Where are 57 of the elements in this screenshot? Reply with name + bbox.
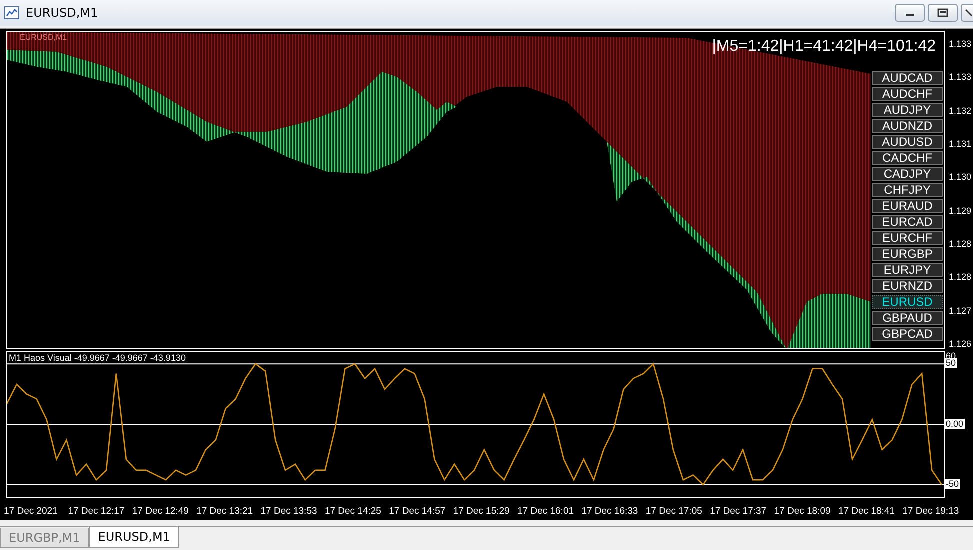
timer-text: |M5=1:42|H1=41:42|H4=101:42 [712, 38, 936, 56]
time-tick: 17 Dec 16:33 [582, 506, 640, 516]
price-tick: 1.130 [949, 172, 973, 182]
symbol-button[interactable]: GBPCAD [872, 327, 943, 341]
indicator-tick: 0.00 [945, 418, 965, 428]
price-tick: 1.133 [949, 39, 973, 49]
time-tick: 17 Dec 16:01 [518, 506, 576, 516]
symbol-button[interactable]: EURUSD [872, 295, 943, 309]
symbol-button[interactable]: AUDNZD [872, 119, 943, 133]
symbol-button[interactable]: AUDCAD [872, 71, 943, 85]
time-tick: 17 Dec 19:13 [902, 506, 960, 516]
indicator-label: M1 Haos Visual -49.9667 -49.9667 -43.9130 [9, 353, 186, 363]
symbol-button[interactable]: EURNZD [872, 279, 943, 293]
chart-tab[interactable]: EURGBP,M1 [0, 528, 90, 548]
symbol-button[interactable]: EURJPY [872, 263, 943, 277]
symbol-button[interactable]: EURAUD [872, 199, 943, 213]
time-tick: 17 Dec 18:41 [838, 506, 896, 516]
symbol-button[interactable]: EURCAD [872, 215, 943, 229]
price-tick: 1.131 [949, 138, 973, 149]
time-tick: 17 Dec 12:49 [132, 506, 190, 516]
symbol-button[interactable]: AUDUSD [872, 135, 943, 149]
symbol-label: EURUSD,M1 [20, 33, 68, 42]
indicator-tick: 50 [945, 358, 958, 368]
indicator-tick: -50 [945, 478, 960, 489]
time-tick: 17 Dec 18:09 [774, 506, 832, 516]
chart-window-icon [4, 6, 20, 20]
symbol-button[interactable]: CADJPY [872, 167, 943, 181]
restore-icon [937, 8, 949, 18]
price-tick: 1.128 [949, 272, 973, 282]
price-tick: 1.129 [949, 206, 973, 216]
window-title: EURUSD,M1 [26, 6, 100, 20]
time-tick: 17 Dec 17:05 [646, 506, 704, 516]
price-tick: 1.127 [949, 306, 973, 316]
symbol-button[interactable]: AUDCHF [872, 87, 943, 101]
time-tick: 17 Dec 14:25 [324, 506, 382, 516]
price-tick: 1.126 [949, 338, 973, 349]
price-tick: 1.132 [949, 106, 973, 116]
minimize-button[interactable] [895, 4, 925, 22]
symbol-button[interactable]: CHFJPY [872, 183, 943, 197]
chart-tab[interactable]: EURUSD,M1 [89, 527, 180, 548]
symbol-button[interactable]: EURGBP [872, 247, 943, 261]
symbol-button[interactable]: CADCHF [872, 151, 943, 165]
close-button[interactable] [961, 4, 973, 22]
close-icon [964, 8, 972, 18]
time-tick: 17 Dec 13:53 [260, 506, 318, 516]
restore-button[interactable] [928, 4, 958, 22]
price-tick: 1.128 [949, 238, 973, 249]
symbol-button[interactable]: GBPAUD [872, 311, 943, 325]
time-tick: 17 Dec 13:21 [196, 506, 254, 516]
time-tick: 17 Dec 2021 [4, 506, 59, 516]
symbol-button[interactable]: AUDJPY [872, 103, 943, 117]
time-tick: 17 Dec 14:57 [389, 506, 447, 516]
time-tick: 17 Dec 12:17 [68, 506, 126, 516]
price-tick: 1.133 [949, 72, 973, 82]
symbol-button[interactable]: EURCHF [872, 231, 943, 245]
time-tick: 17 Dec 15:29 [453, 506, 511, 516]
time-tick: 17 Dec 17:37 [710, 506, 768, 516]
